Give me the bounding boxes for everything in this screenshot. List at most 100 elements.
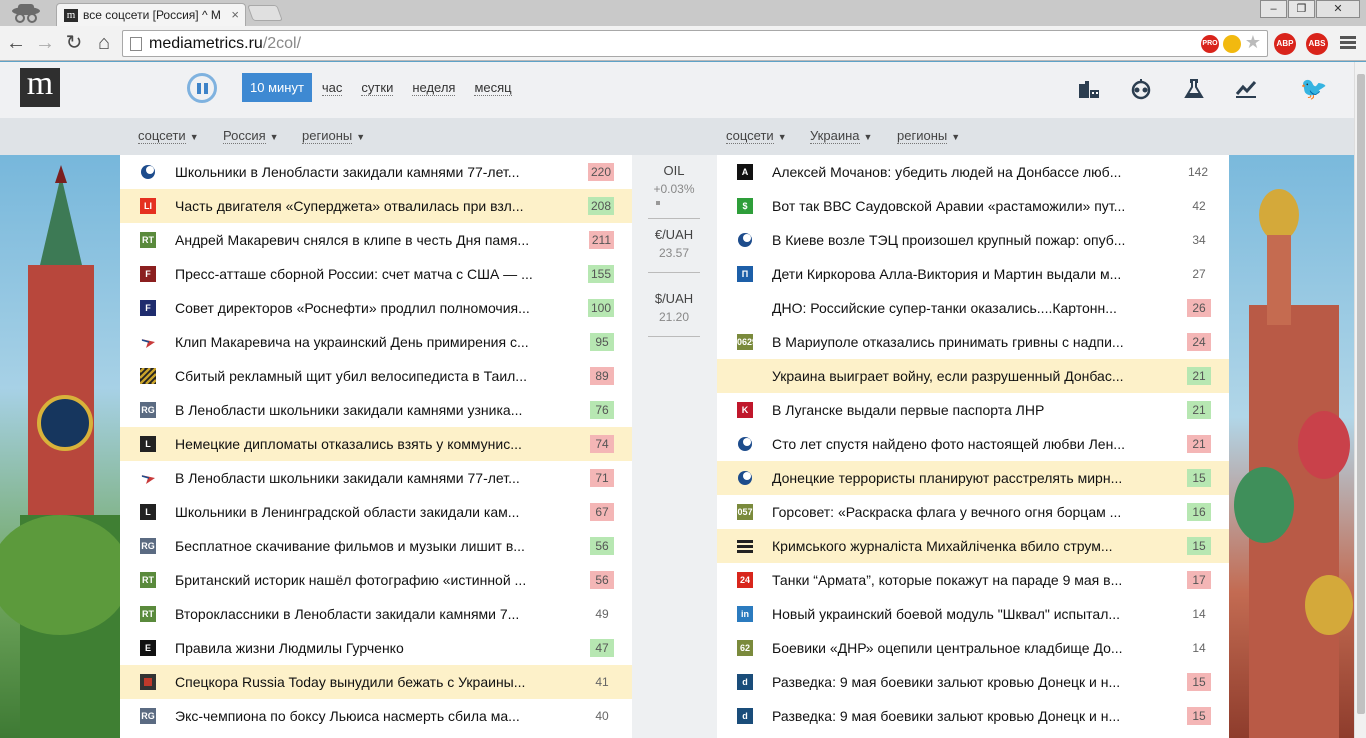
scrollbar-thumb[interactable]: [1357, 74, 1365, 714]
news-row[interactable]: Донецкие террористы планируют расстрелят…: [717, 461, 1229, 495]
news-row[interactable]: Украина выиграет войну, если разрушенный…: [717, 359, 1229, 393]
news-row[interactable]: L Школьники в Ленинградской области закид…: [120, 495, 632, 529]
news-title-link[interactable]: Клип Макаревича на украинский День прими…: [175, 325, 565, 359]
minimize-button[interactable]: –: [1260, 0, 1287, 18]
robot-icon[interactable]: [1129, 78, 1153, 100]
news-title-link[interactable]: Разведка: 9 мая боевики зальют кровью До…: [772, 665, 1162, 699]
abs-extension-icon[interactable]: ABS: [1306, 33, 1328, 55]
address-bar[interactable]: mediametrics.ru/2col/ PRO ★: [122, 30, 1268, 57]
news-row[interactable]: RG Бесплатное скачивание фильмов и музыки…: [120, 529, 632, 563]
news-row[interactable]: П Дети Киркорова Алла-Виктория и Мартин в…: [717, 257, 1229, 291]
site-logo[interactable]: m: [20, 67, 60, 107]
left-filter-region[interactable]: регионы ▼: [302, 128, 365, 144]
news-row[interactable]: L Немецкие дипломаты отказались взять у к…: [120, 427, 632, 461]
news-title-link[interactable]: Новый украинский боевой модуль "Шквал" и…: [772, 597, 1162, 631]
page-scrollbar[interactable]: [1354, 62, 1366, 738]
news-title-link[interactable]: Спецкора Russia Today вынудили бежать с …: [175, 665, 565, 699]
news-title-link[interactable]: Боевики «ДНР» оцепили центральное кладби…: [772, 631, 1162, 665]
news-title-link[interactable]: Вот так ВВС Саудовской Аравии «растаможи…: [772, 189, 1162, 223]
new-tab-button[interactable]: [247, 5, 283, 21]
news-title-link[interactable]: В Ленобласти школьники закидали камнями …: [175, 461, 565, 495]
left-filter-network[interactable]: соцсети ▼: [138, 128, 199, 144]
news-row[interactable]: 057 Горсовет: «Раскраска флага у вечного …: [717, 495, 1229, 529]
news-title-link[interactable]: Донецкие террористы планируют расстрелят…: [772, 461, 1162, 495]
news-row[interactable]: Спецкора Russia Today вынудили бежать с …: [120, 665, 632, 699]
flask-icon[interactable]: [1182, 78, 1206, 100]
right-filter-region[interactable]: регионы ▼: [897, 128, 960, 144]
news-row[interactable]: 0629 В Мариуполе отказались принимать гри…: [717, 325, 1229, 359]
period-day[interactable]: сутки: [361, 80, 394, 96]
news-title-link[interactable]: ДНО: Российские супер-танки оказались...…: [772, 291, 1162, 325]
news-row[interactable]: A Алексей Мочанов: убедить людей на Донба…: [717, 155, 1229, 189]
home-icon[interactable]: ⌂: [92, 31, 116, 55]
news-row[interactable]: in Новый украинский боевой модуль "Шквал"…: [717, 597, 1229, 631]
news-title-link[interactable]: Сбитый рекламный щит убил велосипедиста …: [175, 359, 565, 393]
news-row[interactable]: E Правила жизни Людмилы Гурченко 47: [120, 631, 632, 665]
news-row[interactable]: Школьники в Ленобласти закидали камнями …: [120, 155, 632, 189]
back-arrow-icon[interactable]: ←: [4, 31, 28, 55]
news-title-link[interactable]: Второклассники в Ленобласти закидали кам…: [175, 597, 565, 631]
twitter-icon[interactable]: 🐦: [1300, 76, 1327, 102]
period-month[interactable]: месяц: [474, 80, 512, 96]
news-title-link[interactable]: Кримського журналіста Михайліченка вбило…: [772, 529, 1162, 563]
forward-arrow-icon[interactable]: →: [33, 31, 57, 55]
tab-close-icon[interactable]: ×: [231, 4, 239, 26]
close-window-button[interactable]: ✕: [1316, 0, 1360, 18]
browser-tab-active[interactable]: m все соцсети [Россия] ^ М ×: [56, 3, 246, 26]
news-row[interactable]: d Разведка: 9 мая боевики зальют кровью Д…: [717, 699, 1229, 733]
news-title-link[interactable]: Совет директоров «Роснефти» продлил полн…: [175, 291, 565, 325]
news-row[interactable]: RT Андрей Макаревич снялся в клипе в чест…: [120, 223, 632, 257]
news-title-link[interactable]: Андрей Макаревич снялся в клипе в честь …: [175, 223, 565, 257]
news-title-link[interactable]: В Мариуполе отказались принимать гривны …: [772, 325, 1162, 359]
news-title-link[interactable]: Сто лет спустя найдено фото настоящей лю…: [772, 427, 1162, 461]
news-title-link[interactable]: Часть двигателя «Суперджета» отвалилась …: [175, 189, 565, 223]
news-title-link[interactable]: Танки “Армата”, которые покажут на парад…: [772, 563, 1162, 597]
news-title-link[interactable]: Правила жизни Людмилы Гурченко: [175, 631, 565, 665]
news-row[interactable]: Сбитый рекламный щит убил велосипедиста …: [120, 359, 632, 393]
period-week[interactable]: неделя: [412, 80, 456, 96]
maximize-button[interactable]: ❐: [1288, 0, 1315, 18]
avatar-extension-icon[interactable]: [1223, 35, 1241, 53]
news-row[interactable]: RT Второклассники в Ленобласти закидали к…: [120, 597, 632, 631]
factory-icon[interactable]: [1077, 78, 1101, 100]
news-row[interactable]: Сто лет спустя найдено фото настоящей лю…: [717, 427, 1229, 461]
news-title-link[interactable]: В Киеве возле ТЭЦ произошел крупный пожа…: [772, 223, 1162, 257]
news-row[interactable]: RT Британский историк нашёл фотографию «и…: [120, 563, 632, 597]
bookmark-star-icon[interactable]: ★: [1245, 32, 1261, 53]
news-title-link[interactable]: Немецкие дипломаты отказались взять у ко…: [175, 427, 565, 461]
news-row[interactable]: Кримського журналіста Михайліченка вбило…: [717, 529, 1229, 563]
pause-button[interactable]: [187, 73, 217, 103]
left-filter-country[interactable]: Россия ▼: [223, 128, 279, 144]
news-row[interactable]: RG Экс-чемпиона по боксу Льюиса насмерть …: [120, 699, 632, 733]
news-row[interactable]: F Совет директоров «Роснефти» продлил пол…: [120, 291, 632, 325]
news-row[interactable]: Клип Макаревича на украинский День прими…: [120, 325, 632, 359]
news-row[interactable]: RG В Ленобласти школьники закидали камням…: [120, 393, 632, 427]
browser-menu-icon[interactable]: [1340, 36, 1356, 50]
news-row[interactable]: 62 Боевики «ДНР» оцепили центральное клад…: [717, 631, 1229, 665]
period-10-min[interactable]: 10 минут: [242, 73, 312, 102]
right-filter-country[interactable]: Украина ▼: [810, 128, 872, 144]
news-row[interactable]: d Разведка: 9 мая боевики зальют кровью Д…: [717, 665, 1229, 699]
news-title-link[interactable]: В Луганске выдали первые паспорта ЛНР: [772, 393, 1162, 427]
news-row[interactable]: 24 Танки “Армата”, которые покажут на пар…: [717, 563, 1229, 597]
period-hour[interactable]: час: [321, 80, 343, 96]
news-title-link[interactable]: В Ленобласти школьники закидали камнями …: [175, 393, 565, 427]
right-filter-network[interactable]: соцсети ▼: [726, 128, 787, 144]
news-title-link[interactable]: Украина выиграет войну, если разрушенный…: [772, 359, 1162, 393]
reload-icon[interactable]: ↻: [62, 31, 86, 55]
news-row[interactable]: ДНО: Российские супер-танки оказались...…: [717, 291, 1229, 325]
news-row[interactable]: В Киеве возле ТЭЦ произошел крупный пожа…: [717, 223, 1229, 257]
news-title-link[interactable]: Школьники в Ленобласти закидали камнями …: [175, 155, 565, 189]
news-title-link[interactable]: Пресс-атташе сборной России: счет матча …: [175, 257, 565, 291]
news-title-link[interactable]: Бесплатное скачивание фильмов и музыки л…: [175, 529, 565, 563]
news-title-link[interactable]: Разведка: 9 мая боевики зальют кровью До…: [772, 699, 1162, 733]
adblock-plus-icon[interactable]: ABP: [1274, 33, 1296, 55]
news-row[interactable]: LI Часть двигателя «Суперджета» отвалилас…: [120, 189, 632, 223]
news-title-link[interactable]: Школьники в Ленинградской области закида…: [175, 495, 565, 529]
news-title-link[interactable]: Экс-чемпиона по боксу Льюиса насмерть сб…: [175, 699, 565, 733]
news-title-link[interactable]: Горсовет: «Раскраска флага у вечного огн…: [772, 495, 1162, 529]
news-row[interactable]: $ Вот так ВВС Саудовской Аравии «растамож…: [717, 189, 1229, 223]
pro-extension-icon[interactable]: PRO: [1201, 35, 1219, 53]
news-title-link[interactable]: Алексей Мочанов: убедить людей на Донбас…: [772, 155, 1162, 189]
trend-chart-icon[interactable]: [1234, 78, 1258, 100]
